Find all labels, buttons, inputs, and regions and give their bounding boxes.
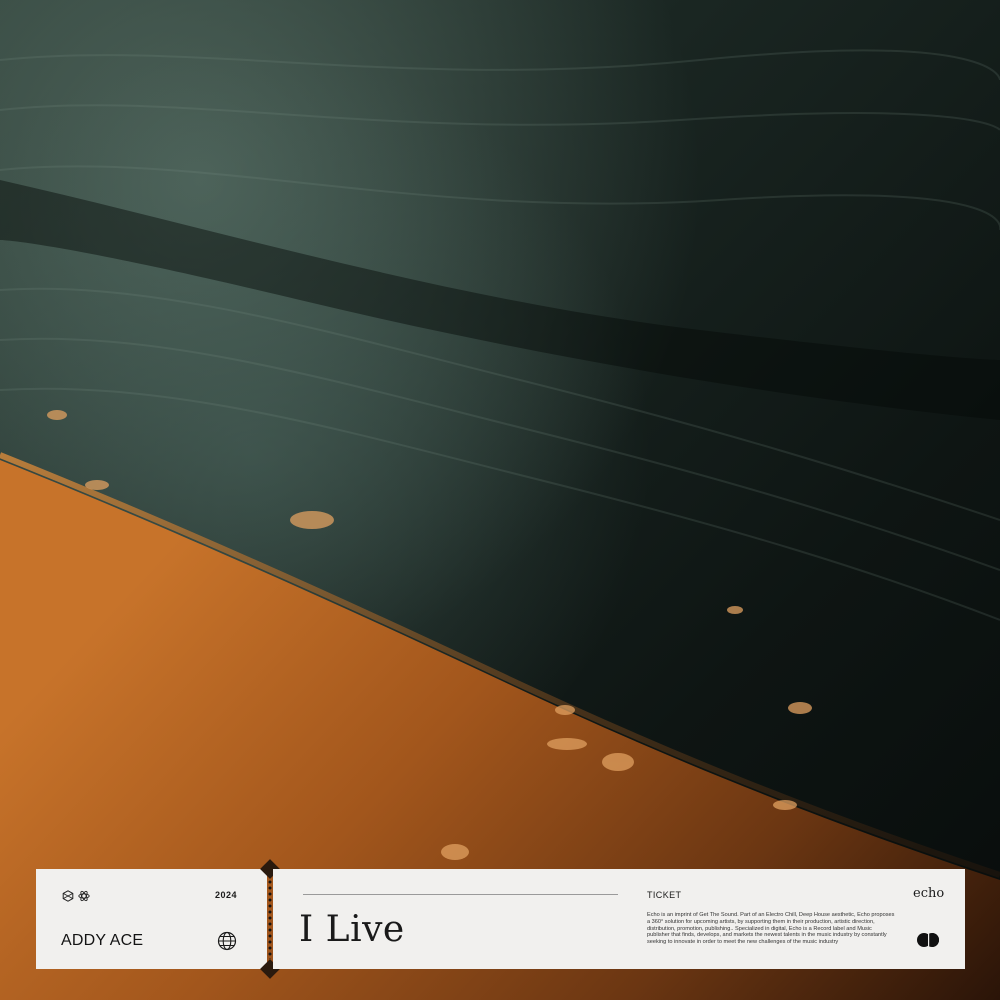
artist-name: ADDY ACE xyxy=(61,932,144,949)
background-photo xyxy=(0,0,1000,1000)
hexagon-icon xyxy=(62,889,74,902)
release-year: 2024 xyxy=(215,890,238,900)
atom-icon xyxy=(78,889,90,902)
ticket-card: 2024 ADDY ACE I Live TICKET Echo is an i… xyxy=(36,859,965,979)
title-rule xyxy=(303,894,618,895)
stub-icons xyxy=(62,889,90,902)
ticket-stub: 2024 ADDY ACE xyxy=(36,869,267,969)
globe-icon xyxy=(217,931,237,951)
ticket-main: I Live TICKET Echo is an imprint of Get … xyxy=(273,869,965,969)
ticket-label: TICKET xyxy=(647,890,682,900)
track-title: I Live xyxy=(299,909,405,950)
brand-logo-text: echo xyxy=(913,886,945,901)
beach-photo-illustration xyxy=(0,0,1000,1000)
double-circle-icon xyxy=(916,931,942,949)
label-description: Echo is an imprint of Get The Sound. Par… xyxy=(647,912,895,946)
